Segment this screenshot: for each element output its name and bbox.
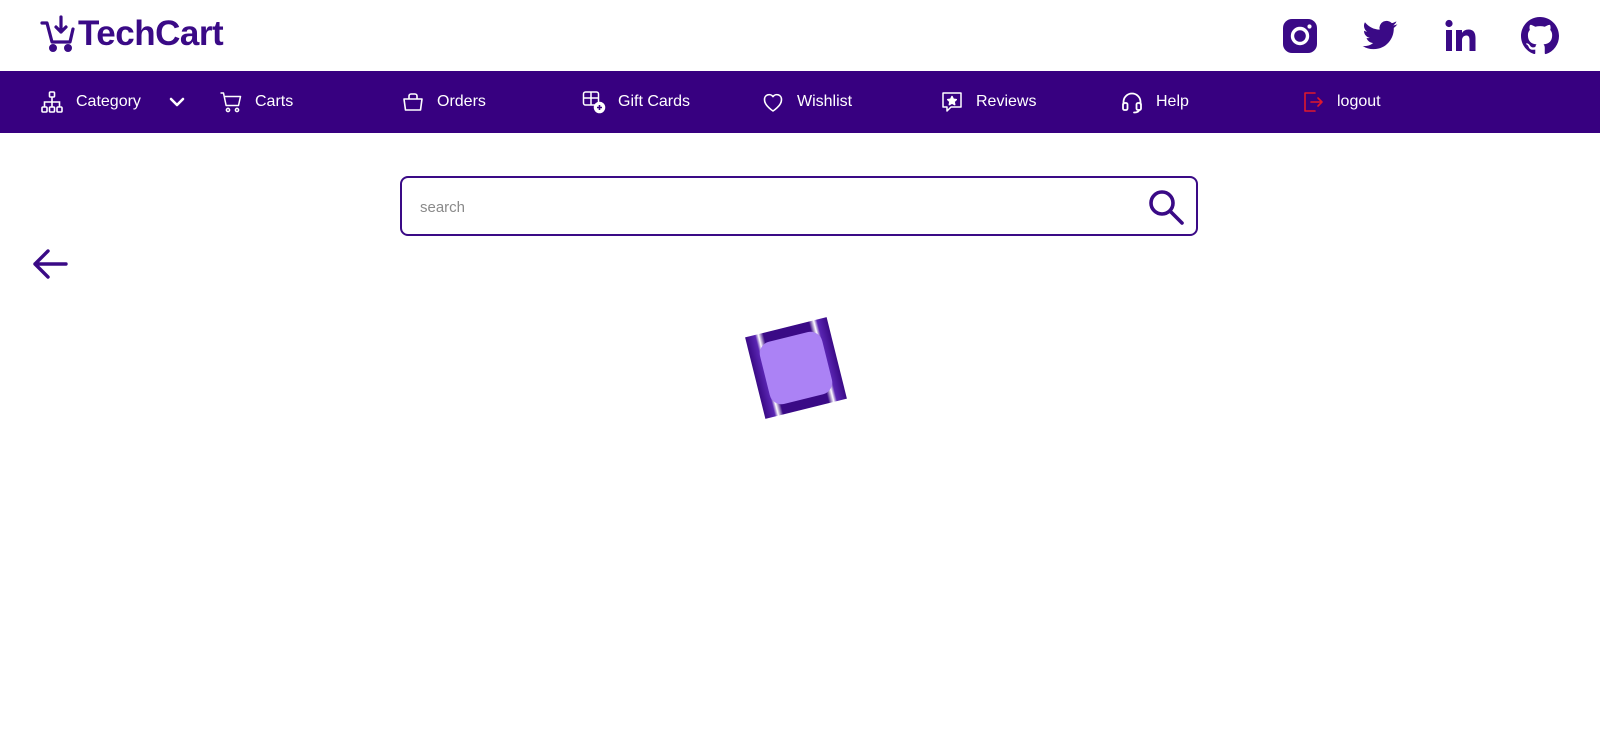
brand-name: TechCart [78,14,224,53]
main-navbar: Category Carts Orders Gift Cards Wishlis… [0,71,1600,133]
github-icon[interactable] [1521,17,1559,55]
gift-card-icon [582,91,606,114]
top-header: TechCart [0,0,1600,71]
review-star-icon [942,92,962,112]
nav-gift-cards-label: Gift Cards [618,93,691,110]
chevron-down-icon[interactable] [165,90,189,114]
nav-reviews-label: Reviews [976,93,1037,110]
nav-help[interactable]: Help [1120,71,1189,133]
search-bar [400,176,1198,236]
loading-spinner [745,317,847,419]
back-arrow-icon[interactable] [30,244,70,284]
nav-reviews[interactable]: Reviews [940,71,1036,133]
nav-carts-label: Carts [255,93,294,110]
nav-help-label: Help [1156,93,1189,110]
sitemap-icon [41,91,63,113]
instagram-icon[interactable] [1281,17,1319,55]
twitter-icon[interactable] [1361,17,1399,55]
nav-wishlist[interactable]: Wishlist [761,71,852,133]
nav-category-label: Category [76,93,141,110]
nav-logout[interactable]: logout [1301,71,1381,133]
search-icon[interactable] [1146,187,1186,227]
nav-orders-label: Orders [437,93,486,110]
cart-download-icon [40,15,75,53]
heart-icon [763,93,783,112]
nav-logout-label: logout [1337,93,1381,110]
search-input[interactable] [418,191,1122,223]
linkedin-icon[interactable] [1442,17,1480,55]
basket-icon [403,93,423,111]
nav-carts[interactable]: Carts [219,71,293,133]
brand-logo[interactable]: TechCart [40,14,224,54]
nav-category[interactable]: Category [40,71,141,133]
nav-gift-cards[interactable]: Gift Cards [582,71,690,133]
nav-wishlist-label: Wishlist [797,93,853,110]
nav-orders[interactable]: Orders [401,71,486,133]
headset-icon [1122,92,1142,114]
logout-icon [1304,92,1323,112]
cart-icon [220,92,242,113]
